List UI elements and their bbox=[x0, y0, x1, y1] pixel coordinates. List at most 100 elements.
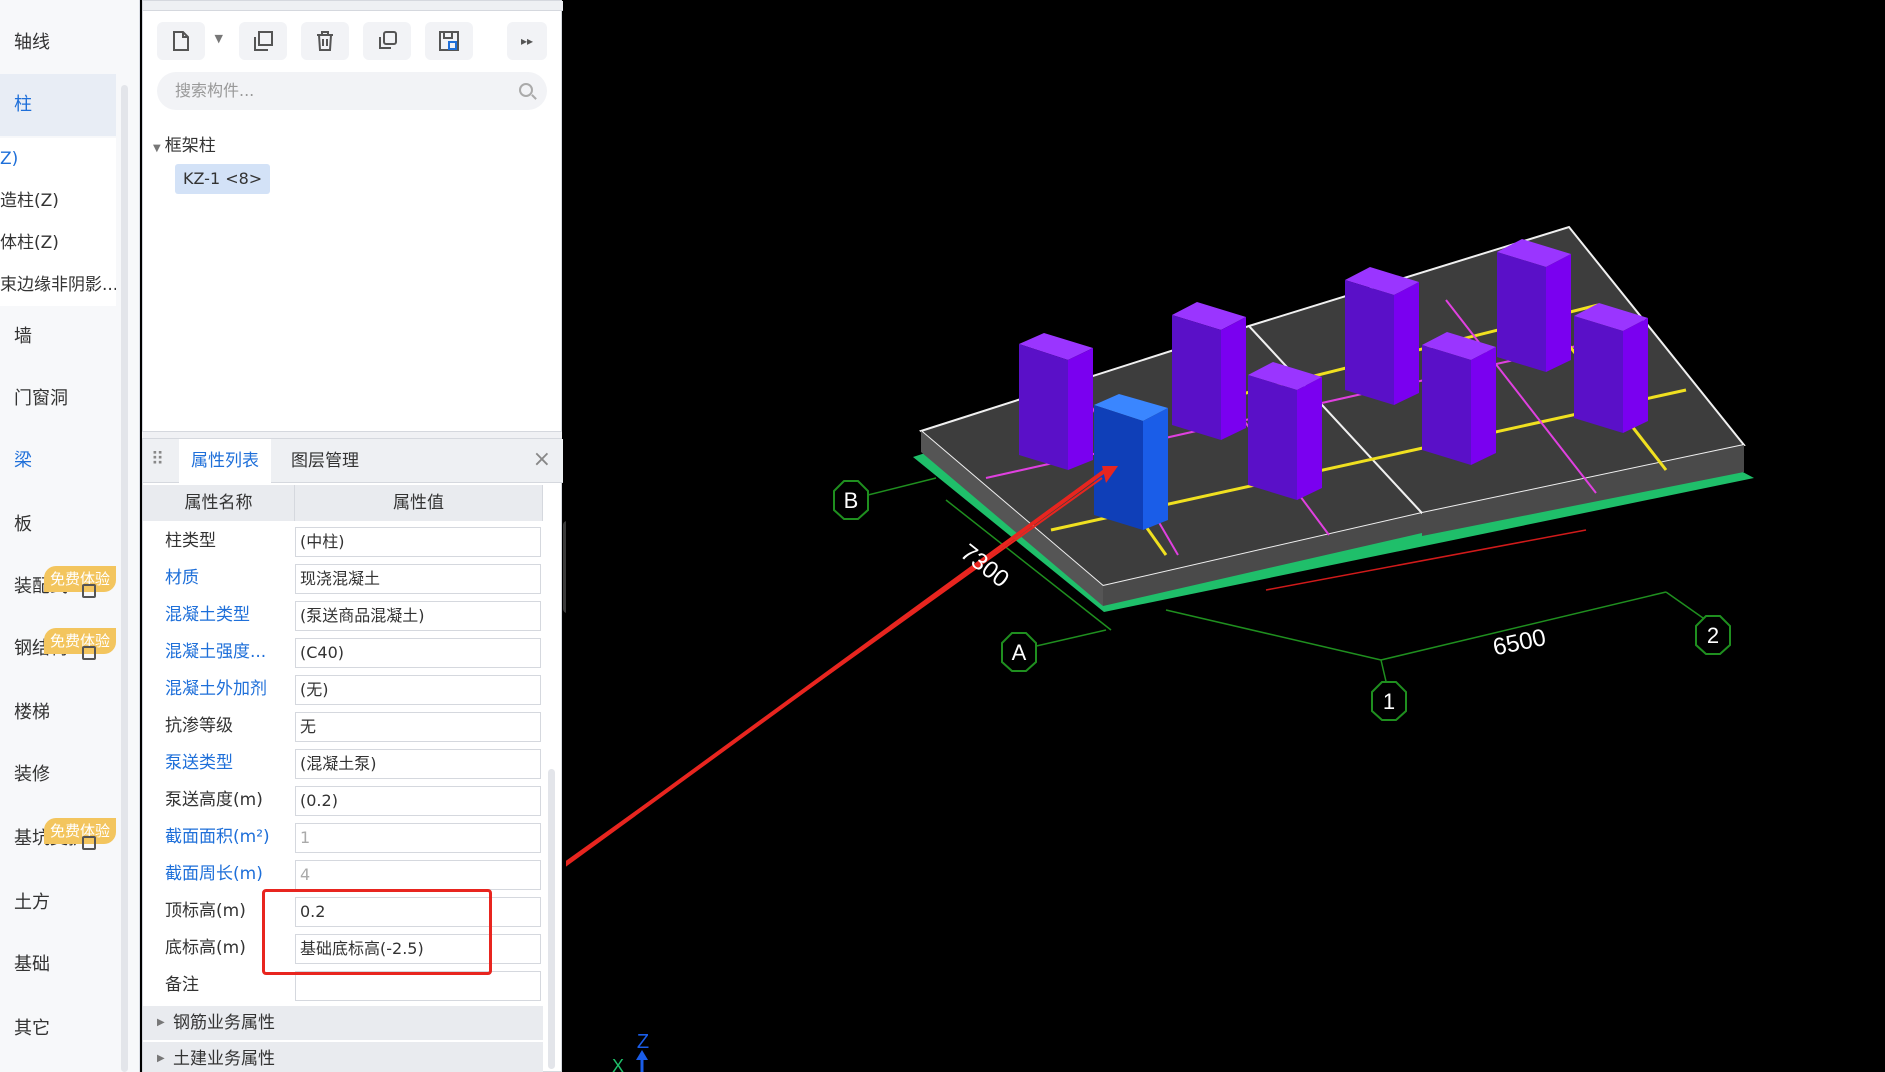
nav-item-wall[interactable]: 墙 bbox=[0, 306, 116, 368]
nav-item-axis[interactable]: 轴线 bbox=[0, 12, 116, 74]
property-row: 截面面积(m²) 1 bbox=[143, 819, 543, 856]
annotation-highlight-box bbox=[262, 889, 492, 975]
copy-icon bbox=[254, 31, 273, 51]
column bbox=[1345, 267, 1419, 405]
nav-item-foundation[interactable]: 基础 bbox=[0, 934, 116, 996]
gizmo-label-x: X bbox=[612, 1056, 624, 1072]
3d-viewport[interactable]: B A 1 2 6500 7300 Z X bbox=[566, 0, 1885, 1072]
property-name: 抗渗等级 bbox=[165, 716, 233, 736]
column bbox=[1172, 302, 1246, 440]
lock-icon bbox=[82, 836, 96, 850]
property-value[interactable]: (中柱) bbox=[295, 527, 541, 557]
property-row: 混凝土强度... (C40) bbox=[143, 634, 543, 671]
axis-label-2: 2 bbox=[1707, 623, 1719, 648]
column bbox=[1019, 333, 1093, 470]
property-value[interactable]: 现浇混凝土 bbox=[295, 564, 541, 594]
nav-subitem-constructional-column[interactable]: 造柱(Z) bbox=[0, 180, 116, 222]
property-value[interactable]: 无 bbox=[295, 712, 541, 742]
free-trial-badge: 免费体验 bbox=[44, 818, 116, 844]
duplicate-layer-button[interactable] bbox=[363, 22, 411, 60]
property-value: 4 bbox=[295, 860, 541, 890]
chevron-down-icon[interactable]: ▼ bbox=[215, 32, 223, 45]
nav-item-column[interactable]: 柱 bbox=[0, 74, 116, 136]
property-tabs: ⠿ 属性列表 图层管理 × bbox=[143, 439, 563, 483]
new-file-icon bbox=[173, 31, 189, 51]
nav-subitem-edge-member[interactable]: 束边缘非阴影... bbox=[0, 264, 116, 306]
axis-label-1: 1 bbox=[1383, 689, 1395, 714]
save-template-button[interactable] bbox=[425, 22, 473, 60]
double-chevron-right-icon: ▸▸ bbox=[520, 34, 534, 48]
property-value[interactable]: (泵送商品混凝土) bbox=[295, 601, 541, 631]
tab-property-list[interactable]: 属性列表 bbox=[179, 439, 271, 483]
column-header-name: 属性名称 bbox=[143, 485, 295, 521]
group-rebar-properties[interactable]: ▶ 钢筋业务属性 bbox=[143, 1006, 543, 1040]
nav-item-pit-support[interactable]: 基坑支护 免费体验 bbox=[0, 808, 116, 870]
nav-scrollbar[interactable] bbox=[121, 85, 128, 1072]
property-name: 截面面积(m²) bbox=[165, 827, 270, 847]
property-scrollbar[interactable] bbox=[548, 769, 555, 1069]
caret-right-icon[interactable]: ▶ bbox=[157, 1042, 165, 1072]
lock-icon bbox=[82, 646, 96, 660]
nav-item-beam[interactable]: 梁 bbox=[0, 430, 116, 492]
property-value[interactable]: (0.2) bbox=[295, 786, 541, 816]
property-value: 1 bbox=[295, 823, 541, 853]
property-name: 泵送类型 bbox=[165, 753, 233, 773]
tree-leaf-kz1[interactable]: KZ-1 <8> bbox=[175, 164, 271, 194]
nav-subitem-masonry-column[interactable]: 体柱(Z) bbox=[0, 222, 116, 264]
property-name: 备注 bbox=[165, 975, 199, 995]
remarks-input[interactable] bbox=[295, 971, 541, 1001]
nav-item-finish[interactable]: 装修 bbox=[0, 744, 116, 806]
drag-handle-icon[interactable]: ⠿ bbox=[151, 451, 164, 469]
nav-item-other[interactable]: 其它 bbox=[0, 998, 116, 1060]
nav-item-openings[interactable]: 门窗洞 bbox=[0, 368, 116, 430]
property-row: 柱类型 (中柱) bbox=[143, 523, 543, 560]
nav-subitem-column[interactable]: Z) bbox=[0, 138, 116, 180]
component-nav: 轴线 柱 Z) 造柱(Z) 体柱(Z) 束边缘非阴影... 墙 门窗洞 梁 板 … bbox=[0, 0, 140, 1072]
tree-node-frame-column[interactable]: ▼ 框架柱 bbox=[153, 131, 216, 156]
nav-item-earthwork[interactable]: 土方 bbox=[0, 872, 116, 934]
nav-item-stairs[interactable]: 楼梯 bbox=[0, 682, 116, 744]
caret-right-icon[interactable]: ▶ bbox=[157, 1006, 165, 1040]
free-trial-badge: 免费体验 bbox=[44, 566, 116, 592]
more-tools-button[interactable]: ▸▸ bbox=[507, 22, 547, 60]
tab-layer-management[interactable]: 图层管理 bbox=[279, 439, 371, 483]
copy-component-button[interactable] bbox=[239, 22, 287, 60]
property-row: 材质 现浇混凝土 bbox=[143, 560, 543, 597]
property-value[interactable]: (混凝土泵) bbox=[295, 749, 541, 779]
free-trial-badge: 免费体验 bbox=[44, 628, 116, 654]
close-icon[interactable]: × bbox=[533, 447, 551, 472]
search-input[interactable]: 搜索构件... bbox=[157, 72, 547, 110]
nav-item-slab[interactable]: 板 bbox=[0, 494, 116, 556]
panel-tab-strip bbox=[143, 1, 563, 11]
column bbox=[1497, 239, 1571, 372]
column bbox=[1248, 362, 1322, 500]
model-canvas[interactable]: B A 1 2 6500 7300 Z X bbox=[566, 0, 1885, 1072]
property-value[interactable]: (无) bbox=[295, 675, 541, 705]
column-header-value: 属性值 bbox=[295, 485, 543, 521]
search-icon[interactable] bbox=[519, 83, 533, 97]
property-name: 顶标高(m) bbox=[165, 901, 246, 921]
nav-item-steel[interactable]: 钢结构 免费体验 bbox=[0, 618, 116, 680]
property-row: 混凝土类型 (泵送商品混凝土) bbox=[143, 597, 543, 634]
nav-item-prefab[interactable]: 装配式 免费体验 bbox=[0, 556, 116, 618]
axis-bubble-b: B bbox=[833, 480, 869, 520]
tree-node-label: 框架柱 bbox=[164, 136, 216, 156]
caret-down-icon[interactable]: ▼ bbox=[153, 143, 161, 154]
new-component-button[interactable]: ▼ bbox=[157, 22, 223, 60]
layers-copy-icon bbox=[379, 31, 397, 49]
property-name: 截面周长(m) bbox=[165, 864, 263, 884]
delete-component-button[interactable] bbox=[301, 22, 349, 60]
group-label: 土建业务属性 bbox=[173, 1049, 275, 1069]
lock-icon bbox=[82, 584, 96, 598]
property-name: 柱类型 bbox=[165, 531, 216, 551]
property-panel: ⠿ 属性列表 图层管理 × 属性名称 属性值 柱类型 (中柱) 材质 现浇混凝土… bbox=[142, 438, 563, 1072]
component-list-panel: ▼ ▸▸ 搜索构件... ▼ 框架柱 KZ-1 <8> bbox=[142, 0, 563, 432]
axis-gizmo: Z X bbox=[612, 1031, 649, 1072]
property-row: 混凝土外加剂 (无) bbox=[143, 671, 543, 708]
property-row: 截面周长(m) 4 bbox=[143, 856, 543, 893]
save-template-icon bbox=[439, 31, 459, 51]
column-selected[interactable] bbox=[1094, 394, 1168, 530]
group-civil-properties[interactable]: ▶ 土建业务属性 bbox=[143, 1042, 543, 1072]
property-value[interactable]: (C40) bbox=[295, 638, 541, 668]
column bbox=[1422, 332, 1496, 465]
